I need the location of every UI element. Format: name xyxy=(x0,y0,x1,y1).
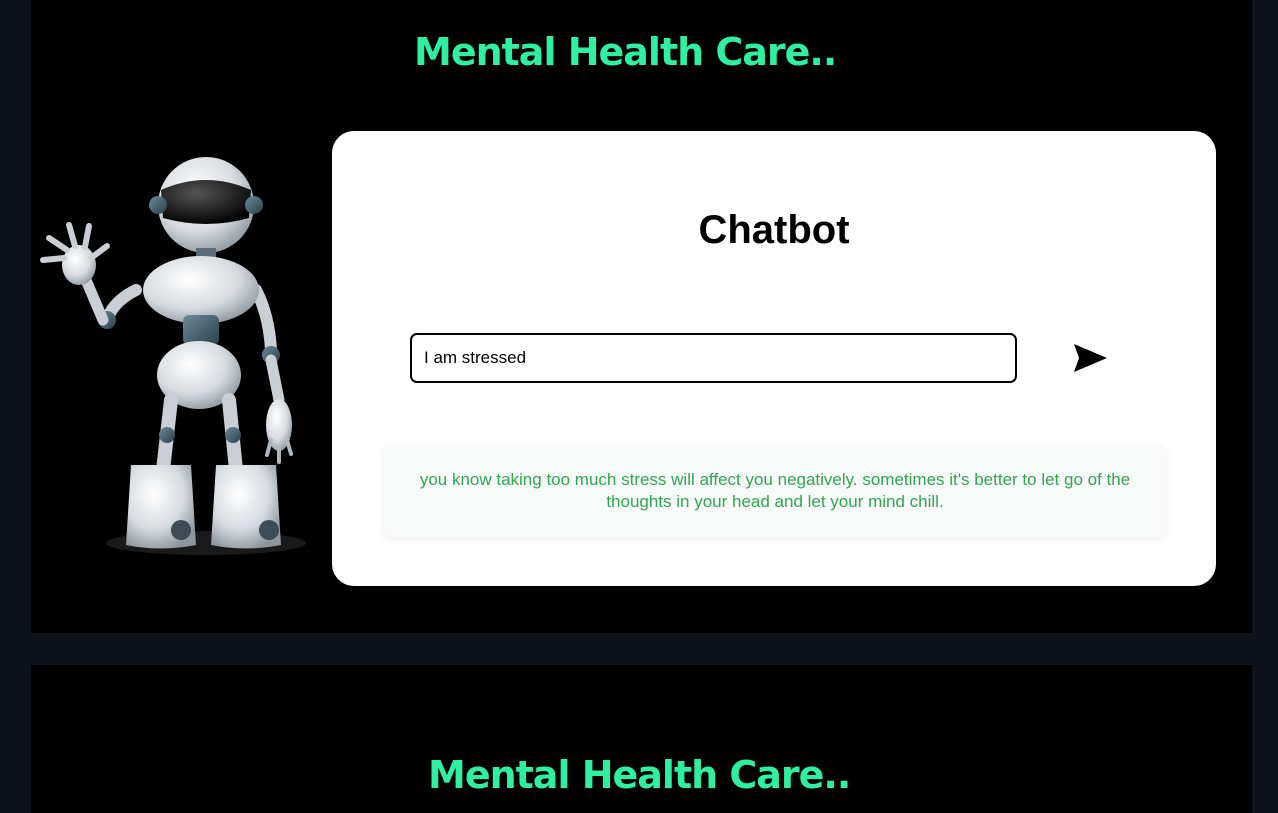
chat-message-input[interactable] xyxy=(410,333,1017,383)
site-title-repeat: Mental Health Care.. xyxy=(428,753,851,797)
chatbot-response-box: you know taking too much stress will aff… xyxy=(384,445,1166,537)
chatbot-section: Mental Health Care.. Chatbot I am stress… xyxy=(31,0,1252,633)
send-button[interactable] xyxy=(1070,338,1110,378)
send-icon xyxy=(1074,344,1107,372)
robot-illustration xyxy=(40,157,306,555)
chatbot-heading: Chatbot xyxy=(698,208,850,252)
chatbot-card: Chatbot you know taking too much stress … xyxy=(332,131,1216,586)
chatbot-response-text: you know taking too much stress will aff… xyxy=(419,470,1131,511)
repeated-section: Mental Health Care.. xyxy=(31,665,1252,813)
site-title: Mental Health Care.. xyxy=(414,30,837,74)
